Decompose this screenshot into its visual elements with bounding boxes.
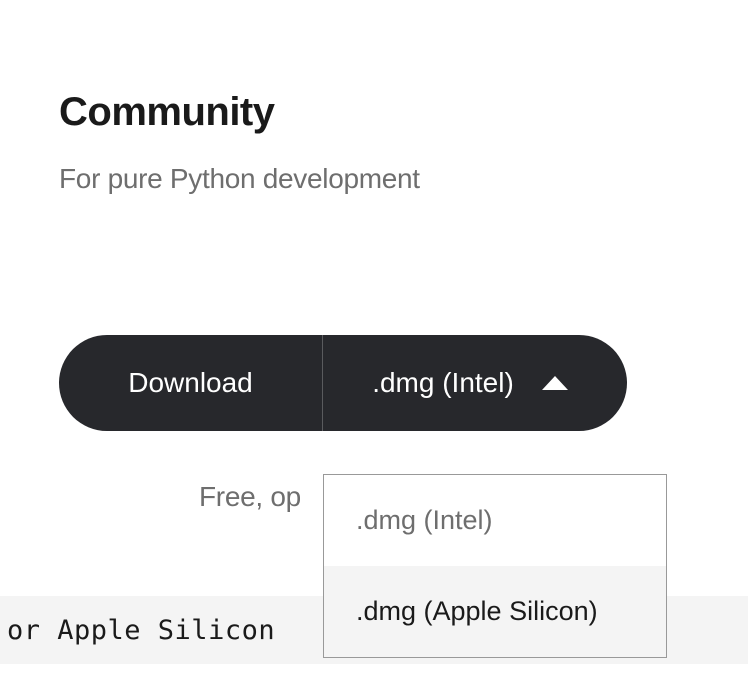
download-button[interactable]: Download bbox=[59, 335, 323, 431]
dropdown-option-intel[interactable]: .dmg (Intel) bbox=[324, 475, 666, 566]
format-dropdown-button[interactable]: .dmg (Intel) bbox=[323, 335, 627, 431]
chevron-up-icon bbox=[542, 376, 568, 390]
edition-subtitle: For pure Python development bbox=[59, 163, 748, 195]
format-dropdown-menu: .dmg (Intel) .dmg (Apple Silicon) bbox=[323, 474, 667, 658]
banner-text: or Apple Silicon bbox=[7, 615, 275, 646]
edition-heading: Community bbox=[59, 90, 748, 135]
dropdown-option-apple-silicon[interactable]: .dmg (Apple Silicon) bbox=[324, 566, 666, 657]
download-button-group: Download .dmg (Intel) bbox=[59, 335, 627, 431]
selected-format-label: .dmg (Intel) bbox=[372, 367, 514, 399]
free-text-partial: Free, op bbox=[199, 481, 301, 513]
